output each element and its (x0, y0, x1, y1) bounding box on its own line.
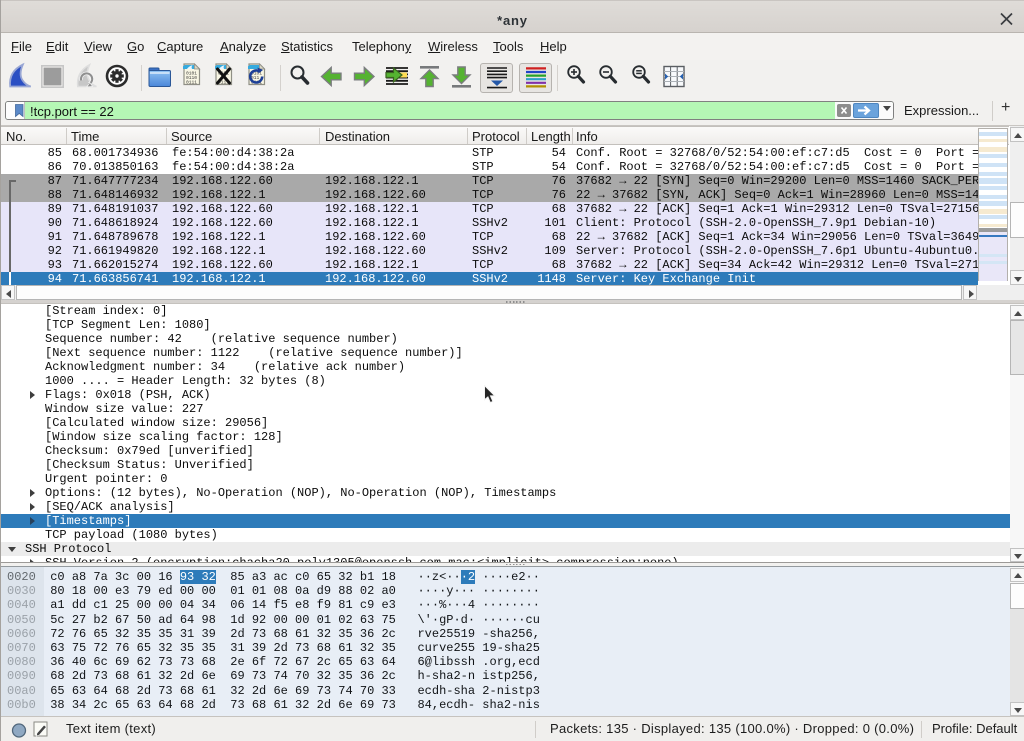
svg-text:0111: 0111 (186, 80, 197, 86)
